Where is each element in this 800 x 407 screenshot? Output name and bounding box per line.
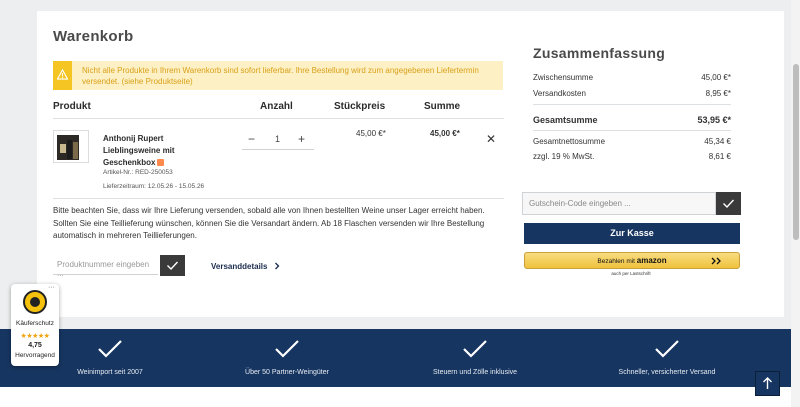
product-name[interactable]: Anthonij Rupert Lieblingsweine mit Gesch…: [103, 133, 213, 169]
badge-menu-icon[interactable]: ···: [48, 284, 55, 291]
check-icon: [275, 340, 299, 358]
line-total: 45,00 €*: [430, 129, 460, 138]
check-icon: [723, 199, 735, 209]
check-icon: [463, 340, 487, 358]
warning-icon: [57, 69, 68, 80]
feature-item: Schneller, versicherter Versand: [597, 329, 737, 387]
delivery-period: Lieferzeitraum: 12.05.26 - 15.05.26: [103, 183, 205, 190]
unit-price: 45,00 €*: [356, 129, 386, 138]
amazon-pay-button[interactable]: Bezahlen mit amazon: [524, 252, 740, 269]
check-icon: [167, 261, 179, 271]
chevron-right-icon: [274, 262, 280, 270]
shipping-value: 8,95 €*: [705, 89, 731, 98]
column-header-product: Produkt: [53, 101, 91, 112]
vat-label: zzgl. 19 % MwSt.: [533, 152, 595, 161]
scrollbar-thumb[interactable]: [793, 64, 799, 240]
column-header-quantity: Anzahl: [260, 101, 293, 112]
badge-label: Käuferschutz: [16, 320, 54, 327]
checkout-button[interactable]: Zur Kasse: [524, 223, 740, 244]
page-bottom: [0, 387, 800, 407]
amazon-logo: amazon: [636, 256, 667, 265]
item-divider: [53, 198, 504, 199]
availability-warning: Nicht alle Produkte in Ihrem Warenkorb s…: [53, 61, 503, 90]
warning-text: Nicht alle Produkte in Ihrem Warenkorb s…: [82, 66, 479, 86]
delivery-note: Bitte beachten Sie, dass wir Ihre Liefer…: [53, 206, 485, 240]
feature-label: Über 50 Partner-Weingüter: [245, 369, 329, 376]
wine-box-icon: [57, 135, 79, 160]
column-header-unit-price: Stückpreis: [334, 101, 386, 112]
feature-label: Schneller, versicherter Versand: [618, 369, 716, 376]
double-chevron-icon: [711, 257, 721, 265]
total-value: 53,95 €*: [697, 115, 731, 125]
vat-value: 8,61 €: [708, 152, 731, 161]
shipping-details-link[interactable]: Versanddetails: [211, 262, 281, 271]
header-divider: [53, 118, 504, 119]
rating-value: 4,75: [28, 342, 42, 349]
feature-label: Steuern und Zölle inklusive: [432, 369, 518, 376]
net-label: Gesamtnettosumme: [533, 137, 606, 146]
summary-divider: [533, 104, 731, 105]
trusted-shops-badge[interactable]: ··· Käuferschutz ★★★★★ 4,75 Hervorragend: [11, 284, 59, 366]
total-label: Gesamtsumme: [533, 115, 598, 125]
rating-text: Hervorragend: [15, 352, 55, 359]
product-image[interactable]: [53, 130, 89, 163]
feature-label: Weinimport seit 2007: [77, 369, 143, 376]
shipping-label: Versandkosten: [533, 89, 586, 98]
check-icon: [98, 340, 122, 358]
quantity-value[interactable]: 1: [275, 134, 280, 144]
quantity-stepper[interactable]: − 1 +: [242, 130, 314, 150]
check-icon: [655, 340, 679, 358]
feature-item: Steuern und Zölle inklusive: [405, 329, 545, 387]
feature-item: Weinimport seit 2007: [40, 329, 180, 387]
column-header-total: Summe: [424, 101, 461, 112]
remove-item-icon[interactable]: ✕: [486, 132, 496, 146]
feature-item: Über 50 Partner-Weingüter: [217, 329, 357, 387]
coupon-input[interactable]: Gutschein-Code eingeben ...: [522, 192, 716, 215]
subtotal-value: 45,00 €*: [701, 73, 731, 82]
subtotal-label: Zwischensumme: [533, 73, 594, 82]
product-number-input[interactable]: Produktnummer eingeben ...: [53, 255, 158, 278]
apply-coupon-button[interactable]: [716, 192, 741, 215]
net-value: 45,34 €: [704, 137, 731, 146]
scroll-to-top-button[interactable]: [755, 371, 780, 396]
amazon-note: auch per Lastschrift: [611, 271, 651, 276]
minus-button[interactable]: −: [248, 132, 255, 146]
rating-stars: ★★★★★: [20, 333, 50, 340]
arrow-up-icon: [763, 377, 772, 389]
gift-icon: [157, 159, 165, 166]
add-product-button[interactable]: [160, 255, 185, 276]
trusted-shops-logo: [23, 290, 47, 314]
summary-title: Zusammenfassung: [533, 45, 666, 61]
usp-footer: Weinimport seit 2007 Über 50 Partner-Wei…: [0, 329, 800, 387]
page-title: Warenkorb: [53, 28, 134, 45]
summary-divider-2: [533, 130, 731, 131]
article-number: Artikel-Nr.: RED-250053: [103, 169, 173, 176]
plus-button[interactable]: +: [298, 132, 305, 146]
